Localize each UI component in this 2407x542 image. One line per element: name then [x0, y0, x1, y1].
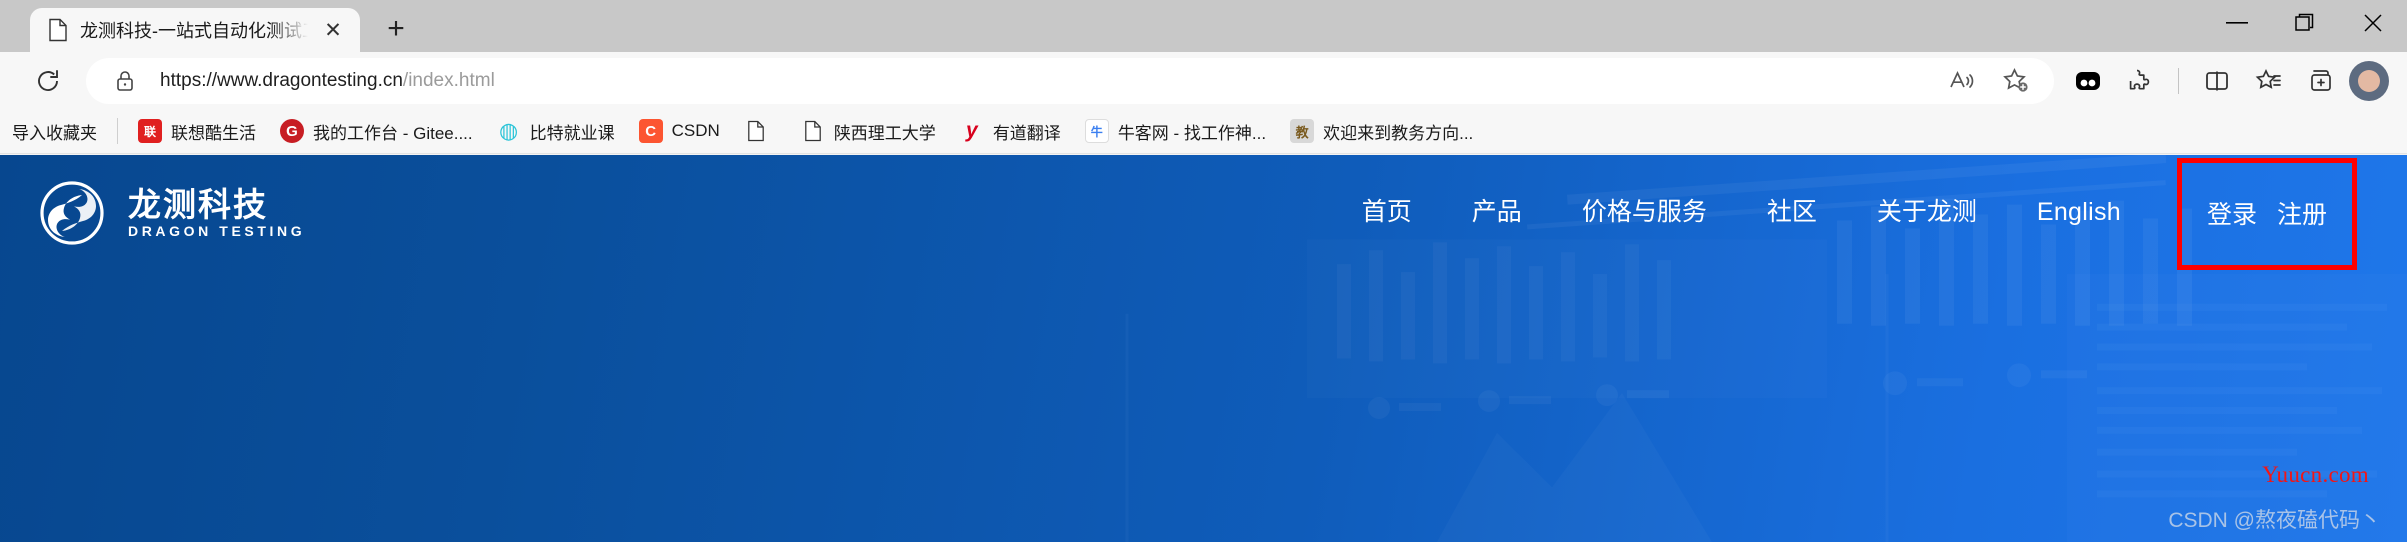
logo-name-cn: 龙测科技: [128, 185, 268, 223]
logo-text: 龙测科技 DRAGON TESTING: [128, 188, 305, 238]
bookmarks-bar: 导入收藏夹 联 联想酷生活 G 我的工作台 - Gitee.... ◍ 比特就业…: [0, 109, 2407, 154]
watermark-yuucn: Yuucn.com: [2262, 462, 2369, 487]
toolbar-divider: [2178, 67, 2179, 94]
browser-tab[interactable]: 龙测科技-一站式自动化测试工具 ✕: [30, 8, 360, 52]
reload-icon[interactable]: [24, 57, 72, 105]
browser-toolbar: https://www.dragontesting.cn/index.html: [0, 52, 2407, 109]
dragon-testing-logo-icon: [38, 179, 106, 247]
bookmark-item[interactable]: [732, 114, 789, 148]
bookmark-label: 比特就业课: [529, 123, 615, 143]
restore-icon[interactable]: [2271, 0, 2339, 46]
bookmark-item[interactable]: y 有道翻译: [948, 114, 1073, 149]
bookmark-label: 欢迎来到教务方向...: [1323, 123, 1474, 143]
site-navbar: 龙测科技 DRAGON TESTING 首页 产品 价格与服务 社区 关于龙测 …: [0, 155, 2407, 270]
site-logo[interactable]: 龙测科技 DRAGON TESTING: [38, 179, 305, 247]
lenovo-icon: 联: [138, 119, 162, 143]
watermark-csdn: CSDN @熬夜磕代码丶: [2168, 509, 2381, 532]
login-button[interactable]: 登录: [2207, 195, 2257, 231]
nav-item-products[interactable]: 产品: [1442, 155, 1552, 270]
bookmark-label: 牛客网 - 找工作神...: [1117, 123, 1267, 143]
bookmark-label: 陕西理工大学: [833, 123, 936, 143]
puzzle-piece-icon[interactable]: [2116, 57, 2164, 105]
blank-page-icon: [744, 119, 768, 143]
bookmark-import-favorites[interactable]: 导入收藏夹: [0, 114, 109, 149]
youdao-icon: y: [965, 119, 978, 142]
logo-name-en: DRAGON TESTING: [128, 222, 306, 239]
new-tab-button[interactable]: +: [374, 7, 418, 51]
nav-item-home[interactable]: 首页: [1332, 155, 1442, 270]
bite-icon: ◍: [499, 118, 519, 143]
collections-icon[interactable]: [2245, 57, 2293, 105]
bookmark-label: 导入收藏夹: [12, 123, 97, 143]
bookmark-item[interactable]: G 我的工作台 - Gitee....: [268, 114, 485, 149]
address-bar-actions: [1938, 57, 2040, 105]
csdn-icon: C: [638, 119, 663, 143]
page-icon: [48, 18, 68, 42]
bookmark-item[interactable]: 陕西理工大学: [789, 114, 948, 149]
tab-strip: 龙测科技-一站式自动化测试工具 ✕ +: [0, 0, 418, 52]
add-collection-icon[interactable]: [2297, 57, 2345, 105]
page-hero: 龙测科技 DRAGON TESTING 首页 产品 价格与服务 社区 关于龙测 …: [0, 155, 2407, 542]
minimize-button[interactable]: [2203, 0, 2271, 46]
lock-icon: [112, 68, 138, 94]
bookmark-label: CSDN: [671, 121, 720, 140]
profile-avatar[interactable]: [2349, 60, 2389, 101]
bookmark-label: 联想酷生活: [171, 123, 256, 143]
register-button[interactable]: 注册: [2277, 195, 2327, 231]
bookmark-item[interactable]: 教 欢迎来到教务方向...: [1278, 114, 1485, 149]
split-screen-icon[interactable]: [2193, 57, 2241, 105]
extension-app-icon[interactable]: [2064, 57, 2112, 105]
nav-item-about[interactable]: 关于龙测: [1847, 155, 2007, 270]
bookmark-item[interactable]: C CSDN: [627, 114, 732, 148]
close-icon[interactable]: ✕: [320, 17, 346, 43]
jiaowu-icon: 教: [1290, 119, 1315, 143]
auth-actions: 登录 注册: [2176, 155, 2357, 270]
highlight-box: [2176, 158, 2357, 270]
main-nav: 首页 产品 价格与服务 社区 关于龙测 English 登录 注册: [1332, 155, 2407, 270]
read-aloud-icon[interactable]: [1938, 57, 1986, 105]
nav-item-english[interactable]: English: [2007, 155, 2151, 270]
bookmark-label: 我的工作台 - Gitee....: [313, 123, 473, 143]
tab-title: 龙测科技-一站式自动化测试工具: [80, 21, 308, 41]
url-origin: https://www.dragontesting.cn: [160, 69, 403, 91]
window-close-icon[interactable]: [2339, 0, 2407, 46]
bookmark-item[interactable]: 牛 牛客网 - 找工作神...: [1073, 114, 1278, 149]
bookmark-item[interactable]: 联 联想酷生活: [126, 114, 268, 149]
address-bar[interactable]: https://www.dragontesting.cn/index.html: [86, 57, 2054, 105]
bookmark-item[interactable]: ◍ 比特就业课: [485, 114, 627, 149]
window-controls: [2203, 0, 2407, 46]
url-text: https://www.dragontesting.cn/index.html: [160, 70, 495, 92]
blank-page-icon: [801, 119, 825, 143]
url-path: /index.html: [402, 69, 495, 91]
add-favorite-icon[interactable]: [1992, 57, 2040, 105]
nav-item-pricing[interactable]: 价格与服务: [1552, 155, 1737, 270]
bookmark-label: 有道翻译: [992, 123, 1061, 143]
nowcoder-icon: 牛: [1084, 119, 1109, 143]
browser-window: 龙测科技-一站式自动化测试工具 ✕ +: [0, 0, 2407, 542]
bookmarks-divider: [117, 118, 118, 144]
title-bar: 龙测科技-一站式自动化测试工具 ✕ +: [0, 0, 2407, 52]
nav-item-community[interactable]: 社区: [1737, 155, 1847, 270]
gitee-icon: G: [280, 119, 304, 143]
